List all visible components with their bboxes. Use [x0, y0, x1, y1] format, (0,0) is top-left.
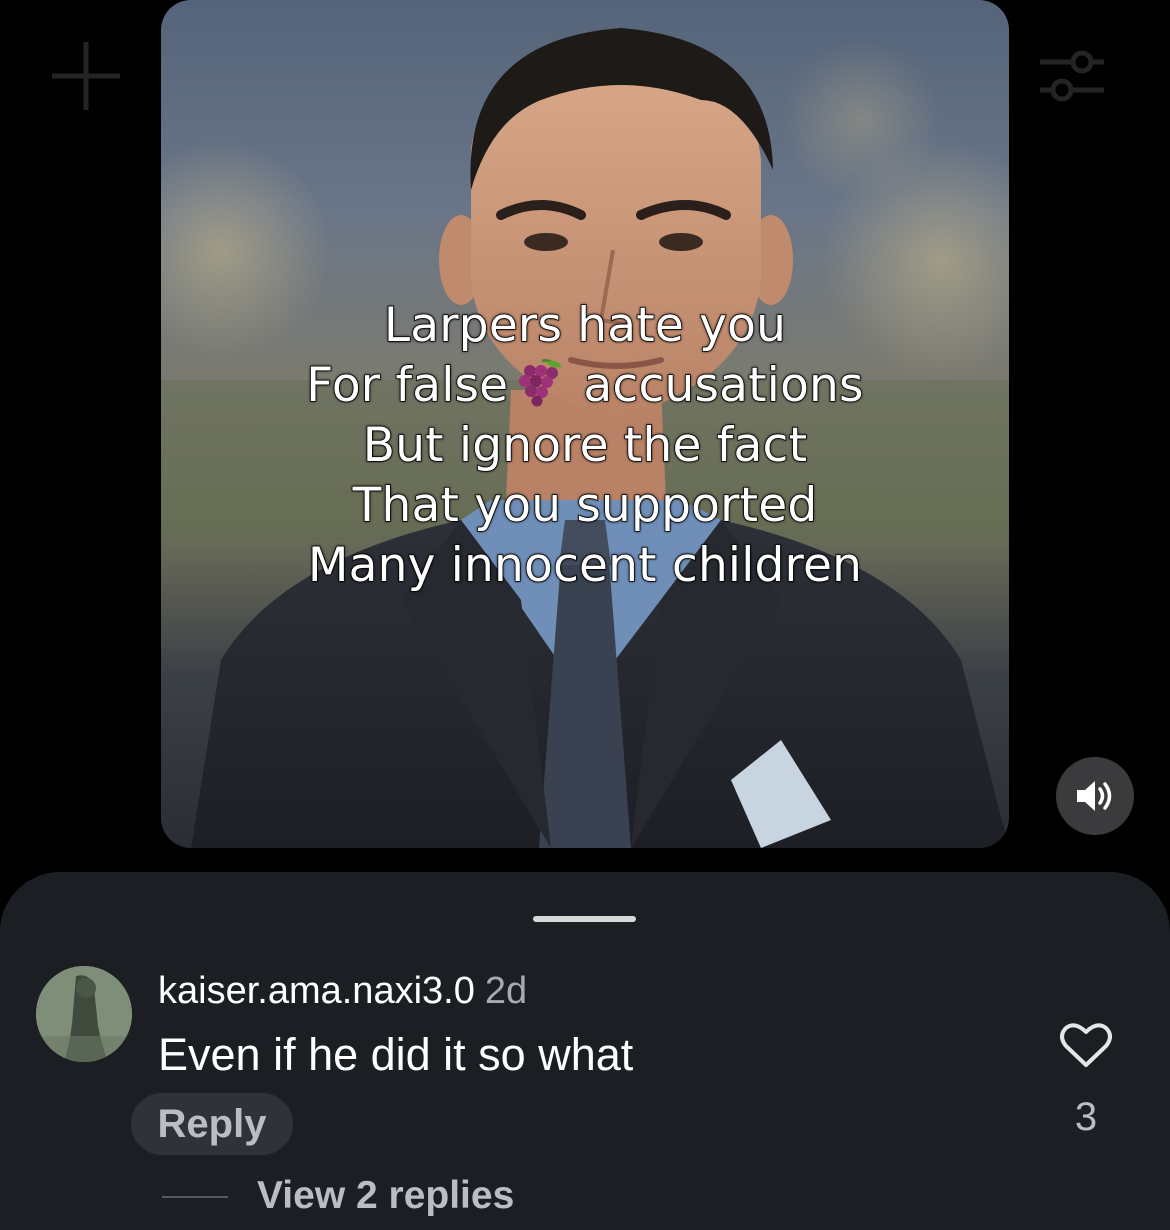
video-player[interactable]: Larpers hate you For false accusations B… [161, 0, 1009, 848]
caption-line: For false accusations [161, 356, 1009, 416]
comment-text: Even if he did it so what [158, 1029, 634, 1080]
replies-divider [162, 1196, 228, 1198]
caption-line: Larpers hate you [383, 297, 787, 354]
caption-line-part: accusations [583, 357, 865, 414]
drag-handle[interactable] [533, 916, 636, 922]
caption-line: Many innocent children [307, 537, 863, 594]
comment-author-name[interactable]: kaiser.ama.naxi3.0 [158, 970, 475, 1012]
heart-icon[interactable] [1060, 1022, 1112, 1068]
view-replies-button[interactable]: View 2 replies [257, 1172, 514, 1220]
video-caption: Larpers hate you For false accusations B… [161, 296, 1009, 596]
like-count: 3 [1074, 1095, 1098, 1139]
comments-sheet: kaiser.ama.naxi3.0 2d Even if he did it s… [0, 872, 1170, 1230]
caption-line-part: For false [306, 357, 509, 414]
caption-line: But ignore the fact [362, 417, 808, 474]
caption-line: That you supported [352, 477, 818, 534]
avatar-image [36, 966, 132, 1062]
sound-toggle-button[interactable] [1056, 757, 1134, 835]
screen: Larpers hate you For false accusations B… [0, 0, 1170, 1230]
comment-header: kaiser.ama.naxi3.0 2d [158, 968, 527, 1014]
reply-button[interactable]: Reply [131, 1093, 293, 1155]
filter-icon [1040, 50, 1104, 102]
avatar[interactable] [36, 966, 132, 1062]
grapes-emoji-icon [508, 359, 568, 407]
speaker-on-icon [1077, 781, 1112, 811]
comment-timestamp: 2d [484, 970, 528, 1012]
plus-icon [52, 42, 120, 110]
